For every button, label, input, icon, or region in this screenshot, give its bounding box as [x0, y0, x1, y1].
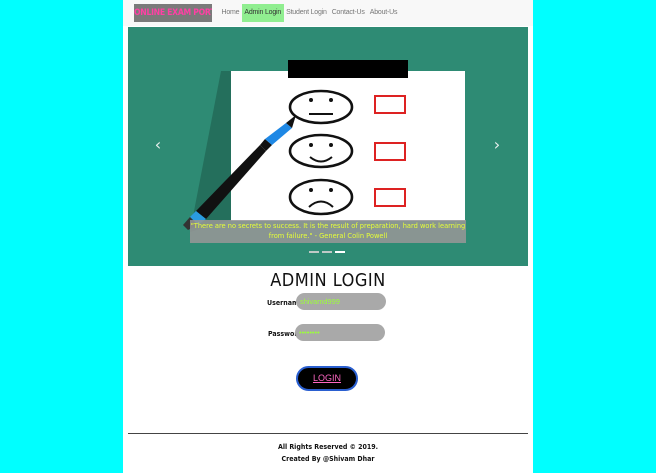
carousel-indicator-2[interactable]: [322, 251, 332, 253]
carousel-indicator-1[interactable]: [309, 251, 319, 253]
carousel: ‹ › "There are no secrets to success. It…: [128, 27, 528, 266]
nav-student-login[interactable]: Student Login: [284, 4, 330, 22]
nav-contact-us[interactable]: Contact-Us: [329, 4, 367, 22]
nav-about-us[interactable]: About-Us: [367, 4, 400, 22]
footer-divider: [128, 433, 528, 434]
nav-menu: Home Admin Login Student Login Contact-U…: [219, 4, 400, 22]
carousel-caption: "There are no secrets to success. It is …: [190, 220, 466, 243]
nav-home[interactable]: Home: [219, 4, 242, 22]
page-title: ADMIN LOGIN: [270, 270, 386, 291]
login-button[interactable]: LOGIN: [296, 366, 358, 391]
carousel-indicator-3[interactable]: [335, 251, 345, 253]
username-input[interactable]: shivamd999: [296, 293, 386, 310]
carousel-next-icon[interactable]: ›: [490, 135, 504, 154]
brand-logo[interactable]: ONLINE EXAM PORTAL: [134, 4, 212, 22]
password-input[interactable]: ••••••••: [295, 324, 385, 341]
navbar: ONLINE EXAM PORTAL Home Admin Login Stud…: [123, 0, 533, 26]
footer-credit: Created By @Shivam Dhar: [281, 455, 375, 463]
page-container: ONLINE EXAM PORTAL Home Admin Login Stud…: [123, 0, 533, 473]
carousel-prev-icon[interactable]: ‹: [151, 135, 165, 154]
footer-copyright: All Rights Reserved © 2019.: [277, 443, 379, 451]
nav-admin-login[interactable]: Admin Login: [241, 4, 284, 22]
carousel-indicators: [309, 251, 345, 253]
